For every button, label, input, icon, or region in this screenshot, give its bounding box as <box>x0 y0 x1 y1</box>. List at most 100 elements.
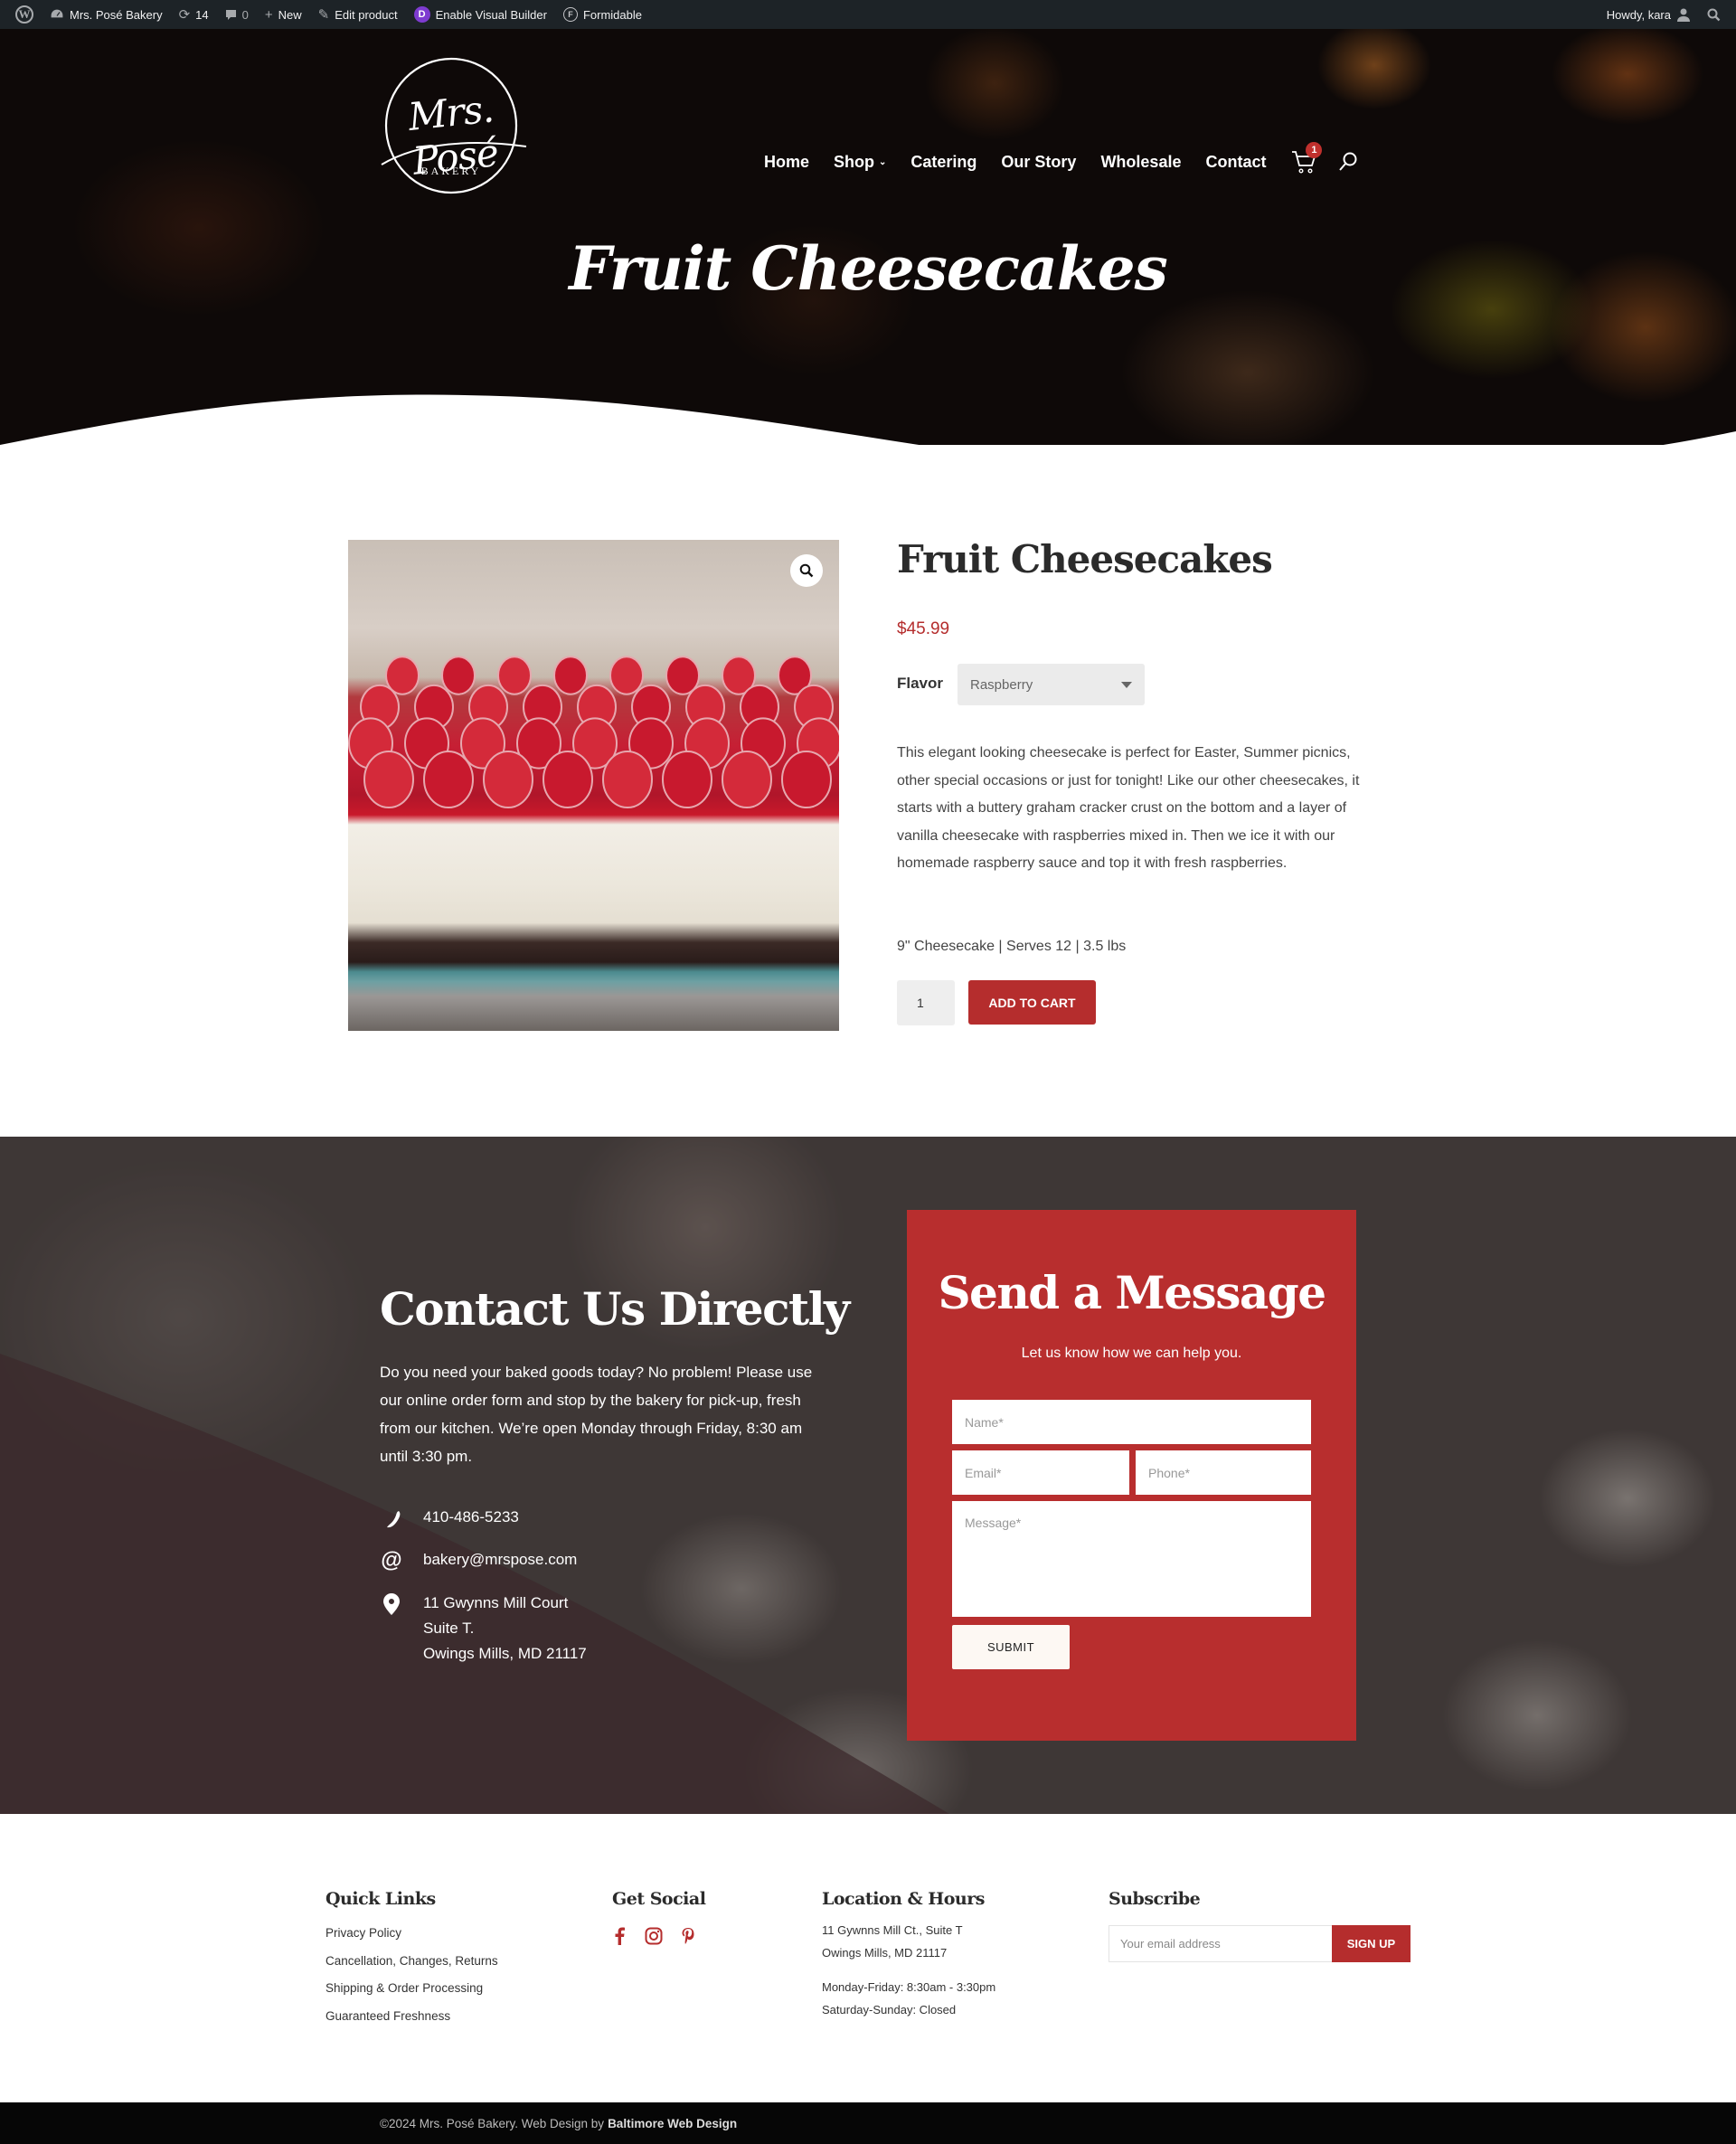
address-line-1: 11 Gwynns Mill Court <box>423 1594 569 1611</box>
name-field[interactable]: Name* <box>952 1400 1311 1444</box>
flavor-selected-value: Raspberry <box>970 676 1033 693</box>
logo-subtitle: BAKERY <box>420 165 482 177</box>
footer-address-line-2: Owings Mills, MD 21117 <box>822 1946 948 1960</box>
instagram-icon[interactable] <box>645 1926 663 1946</box>
copyright-text: ©2024 Mrs. Posé Bakery. Web Design by <box>380 2116 605 2130</box>
raspberry <box>363 750 414 809</box>
divi-icon: D <box>413 6 430 23</box>
hero-wave-divider <box>0 394 1736 445</box>
account-menu[interactable]: Howdy, kara <box>1599 0 1699 29</box>
nav-wholesale[interactable]: Wholesale <box>1100 153 1181 172</box>
product-image[interactable] <box>348 540 839 1031</box>
raspberry <box>497 656 532 695</box>
admin-bar: W Mrs. Posé Bakery ⟳ 14 0 + New ✎ Edit p… <box>0 0 1736 29</box>
wordpress-logo-icon: W <box>15 5 33 24</box>
formidable-link[interactable]: F Formidable <box>555 0 650 29</box>
message-field[interactable]: Message* <box>952 1501 1311 1617</box>
flavor-select[interactable]: Raspberry <box>958 664 1145 705</box>
raspberry <box>441 656 476 695</box>
phone-icon <box>380 1508 403 1530</box>
phone-field[interactable]: Phone* <box>1136 1450 1311 1495</box>
quick-links-heading: Quick Links <box>326 1889 436 1909</box>
contact-title: Contact Us Directly <box>380 1282 850 1336</box>
comments-link[interactable]: 0 <box>217 0 257 29</box>
updates-count: 14 <box>195 7 209 22</box>
nav-catering-label: Catering <box>910 152 977 171</box>
cart-button[interactable]: 1 <box>1290 142 1323 175</box>
search-icon <box>1707 8 1721 22</box>
contact-section <box>0 1137 1736 1814</box>
site-search-button[interactable] <box>1337 151 1359 173</box>
greeting: Howdy, kara <box>1606 7 1671 22</box>
search-icon <box>1339 152 1357 171</box>
nav-catering[interactable]: Catering <box>910 153 976 172</box>
hero-title: Fruit Cheesecakes <box>569 233 1167 304</box>
raspberry <box>423 750 474 809</box>
email-address: bakery@mrspose.com <box>423 1551 578 1568</box>
form-title: Send a Message <box>938 1266 1326 1319</box>
add-to-cart-button[interactable]: ADD TO CART <box>968 980 1096 1025</box>
raspberry <box>542 750 593 809</box>
footer-link-shipping[interactable]: Shipping & Order Processing <box>326 1981 483 1995</box>
footer-hours-weekday: Monday-Friday: 8:30am - 3:30pm <box>822 1980 996 1994</box>
quantity-input[interactable]: 1 <box>897 980 955 1025</box>
new-content-link[interactable]: + New <box>257 0 310 29</box>
image-zoom-button[interactable] <box>790 554 823 587</box>
designer-credit-link[interactable]: Baltimore Web Design <box>608 2117 737 2130</box>
footer-link-freshness[interactable]: Guaranteed Freshness <box>326 2009 450 2023</box>
phone-number: 410-486-5233 <box>423 1508 519 1525</box>
nav-our-story-label: Our Story <box>1001 152 1077 171</box>
nav-home[interactable]: Home <box>764 153 809 172</box>
form-subtitle: Let us know how we can help you. <box>1021 1346 1242 1361</box>
new-label: New <box>278 7 302 22</box>
raspberry <box>483 750 533 809</box>
chevron-down-icon: ⌄ <box>879 156 887 167</box>
subscribe-email-input[interactable]: Your email address <box>1109 1925 1332 1962</box>
copyright-bar: ©2024 Mrs. Posé Bakery. Web Design by Ba… <box>0 2102 1736 2144</box>
raspberry <box>609 656 644 695</box>
refresh-icon: ⟳ <box>178 6 191 23</box>
nav-wholesale-label: Wholesale <box>1100 152 1182 171</box>
nav-shop-label: Shop <box>834 152 875 171</box>
contact-phone[interactable]: 410-486-5233 <box>380 1508 519 1530</box>
product-specs: 9" Cheesecake | Serves 12 | 3.5 lbs <box>897 939 1127 954</box>
footer-link-cancellation[interactable]: Cancellation, Changes, Returns <box>326 1954 498 1968</box>
contact-address: 11 Gwynns Mill Court Suite T. Owings Mil… <box>380 1593 587 1667</box>
nav-contact-label: Contact <box>1205 152 1267 171</box>
admin-search-button[interactable] <box>1699 0 1729 29</box>
facebook-icon[interactable] <box>610 1926 628 1946</box>
message-form: Send a Message Let us know how we can he… <box>907 1210 1356 1741</box>
edit-product-label: Edit product <box>335 7 398 22</box>
email-field[interactable]: Email* <box>952 1450 1129 1495</box>
footer-link-privacy[interactable]: Privacy Policy <box>326 1926 401 1940</box>
submit-button[interactable]: SUBMIT <box>952 1625 1070 1669</box>
nav-home-label: Home <box>764 152 810 171</box>
caret-down-icon <box>1121 681 1132 688</box>
edit-product-link[interactable]: ✎ Edit product <box>310 0 406 29</box>
contact-email[interactable]: @ bakery@mrspose.com <box>380 1548 578 1573</box>
flavor-label: Flavor <box>897 675 944 692</box>
pinterest-icon[interactable] <box>679 1926 697 1946</box>
visual-builder-link[interactable]: D Enable Visual Builder <box>406 0 555 29</box>
visual-builder-label: Enable Visual Builder <box>435 7 547 22</box>
nav-our-story[interactable]: Our Story <box>1001 153 1076 172</box>
raspberry <box>602 750 653 809</box>
location-heading: Location & Hours <box>822 1889 985 1909</box>
raspberry <box>662 750 712 809</box>
nav-contact[interactable]: Contact <box>1205 153 1266 172</box>
pencil-icon: ✎ <box>317 6 330 23</box>
product-price: $45.99 <box>897 619 950 638</box>
user-avatar-icon <box>1676 7 1691 22</box>
social-heading: Get Social <box>612 1889 706 1909</box>
sign-up-button[interactable]: SIGN UP <box>1332 1925 1410 1962</box>
updates-link[interactable]: ⟳ 14 <box>171 0 217 29</box>
site-logo[interactable]: Mrs. Posé BAKERY <box>374 56 528 195</box>
wordpress-menu[interactable]: W <box>7 0 42 29</box>
footer-hours-weekend: Saturday-Sunday: Closed <box>822 2003 957 2016</box>
comments-count: 0 <box>241 7 249 22</box>
site-name-link[interactable]: Mrs. Posé Bakery <box>42 0 171 29</box>
nav-shop[interactable]: Shop ⌄ <box>834 153 886 172</box>
raspberry <box>781 750 832 809</box>
product-title: Fruit Cheesecakes <box>897 537 1273 581</box>
footer-address-line-1: 11 Gywnns Mill Ct., Suite T <box>822 1923 963 1937</box>
